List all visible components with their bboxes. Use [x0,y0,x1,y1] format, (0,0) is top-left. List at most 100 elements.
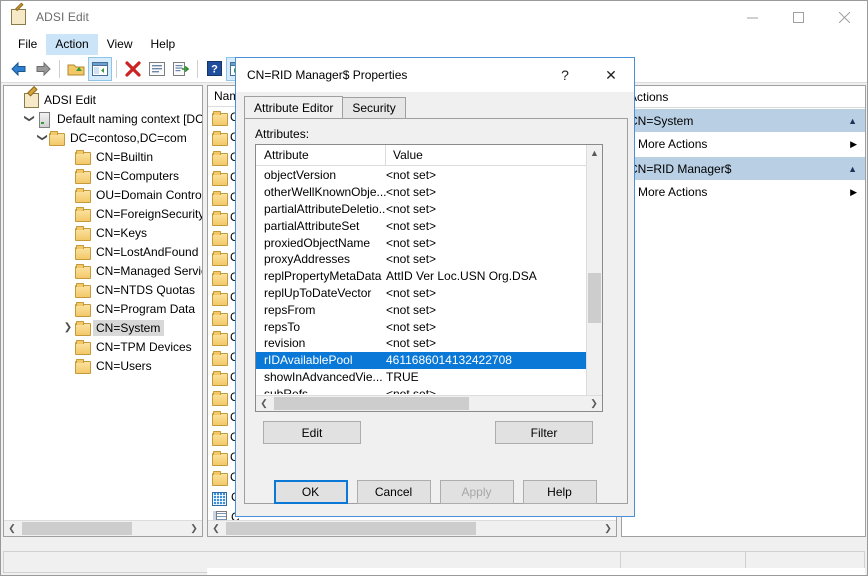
chevron-placeholder [61,170,75,181]
tree-node[interactable]: CN=Users [4,356,202,375]
attribute-row[interactable]: revision <not set> [256,335,586,352]
dialog-help-icon[interactable]: ? [542,58,588,92]
menu-view[interactable]: View [98,34,142,55]
attribute-value: <not set> [386,185,437,200]
tree-horizontal-scrollbar[interactable]: ❮ ❯ [4,520,202,536]
attributes-vscroll-track[interactable] [587,161,602,395]
folder-icon [75,207,91,222]
tree-node[interactable]: ADSI Edit [4,90,202,109]
tree-node[interactable]: CN=Computers [4,166,202,185]
tree-node[interactable]: CN=Builtin [4,147,202,166]
folder-icon [212,390,228,406]
help-button[interactable]: Help [522,480,597,504]
folder-icon [212,450,228,466]
actions-group-header[interactable]: CN=System ▲ [622,108,865,132]
attribute-row[interactable]: proxiedObjectName <not set> [256,234,586,251]
scroll-right-icon[interactable]: ❯ [586,396,602,411]
attribute-row[interactable]: replPropertyMetaData AttID Ver Loc.USN Or… [256,268,586,285]
tree-node-label: CN=Program Data [96,301,196,316]
app-icon [23,93,39,108]
chevron-down-icon[interactable]: ❯ [37,131,48,145]
tree-node[interactable]: ❯ Default naming context [DC [4,109,202,128]
chevron-right-icon[interactable]: ❯ [61,322,75,333]
menu-help[interactable]: Help [142,34,185,55]
column-attribute[interactable]: Attribute [256,145,386,166]
dialog-close-icon[interactable]: ✕ [588,58,634,92]
tab-security[interactable]: Security [342,97,406,118]
attribute-row[interactable]: objectVersion <not set> [256,167,586,184]
actions-item-more-actions[interactable]: More Actions ▶ [622,180,865,204]
scroll-left-icon[interactable]: ❮ [256,396,272,411]
show-hide-console-tree-icon[interactable] [88,56,112,81]
tree-node[interactable]: CN=Program Data [4,299,202,318]
actions-group-header[interactable]: CN=RID Manager$ ▲ [622,156,865,180]
list-hscroll-track[interactable] [224,521,600,536]
tree-hscroll-track[interactable] [20,521,186,536]
attribute-row[interactable]: rIDAvailablePool 4611686014132422708 [256,351,586,369]
menu-file[interactable]: File [9,34,46,55]
back-icon[interactable] [7,57,31,81]
column-value[interactable]: Value [386,148,423,162]
ok-button[interactable]: OK [273,480,348,504]
close-icon[interactable] [821,1,867,33]
chevron-placeholder [9,94,23,105]
tab-attribute-editor[interactable]: Attribute Editor [244,96,344,118]
actions-item-more-actions[interactable]: More Actions ▶ [622,132,865,156]
list-horizontal-scrollbar[interactable]: ❮ ❯ [208,520,616,536]
help-icon[interactable]: ? [202,57,226,81]
tree-node[interactable]: CN=ForeignSecurityP [4,204,202,223]
attribute-row[interactable]: showInAdvancedVie... TRUE [256,369,586,386]
cancel-button[interactable]: Cancel [356,480,431,504]
tree-node[interactable]: ❯ CN=System [4,318,202,337]
attributes-vertical-scrollbar[interactable]: ▲ ▼ [586,145,602,411]
attribute-row[interactable]: subRefs <not set> [256,385,586,394]
edit-button[interactable]: Edit [263,421,361,444]
scroll-up-icon[interactable]: ▲ [587,145,602,161]
scroll-right-icon[interactable]: ❯ [186,521,202,536]
maximize-icon[interactable] [775,1,821,33]
scroll-left-icon[interactable]: ❮ [4,521,20,536]
delete-icon[interactable] [121,57,145,81]
export-list-icon[interactable] [169,57,193,81]
tree-node[interactable]: ❯ DC=contoso,DC=com [4,128,202,147]
attributes-hscroll-thumb[interactable] [274,397,469,410]
attribute-name: repsTo [264,319,301,334]
scroll-left-icon[interactable]: ❮ [208,521,224,536]
collapse-caret-icon[interactable]: ▲ [848,164,857,174]
dialog-title-bar: CN=RID Manager$ Properties ? ✕ [236,58,634,92]
attribute-row[interactable]: repsFrom <not set> [256,301,586,318]
minimize-icon[interactable] [729,1,775,33]
list-hscroll-thumb[interactable] [226,522,476,535]
properties-icon[interactable] [145,57,169,81]
attribute-row[interactable]: partialAttributeSet <not set> [256,217,586,234]
attributes-hscroll-track[interactable] [272,396,586,411]
attribute-row[interactable]: repsTo <not set> [256,318,586,335]
attribute-row[interactable]: partialAttributeDeletio... <not set> [256,201,586,218]
tree-node[interactable]: CN=TPM Devices [4,337,202,356]
tree-node[interactable]: CN=Keys [4,223,202,242]
attributes-horizontal-scrollbar[interactable]: ❮ ❯ [256,395,602,411]
dialog-window-controls: ? ✕ [542,58,634,92]
folder-icon [212,130,228,146]
menu-action[interactable]: Action [46,33,98,55]
attributes-listview[interactable]: Attribute Value objectVersion <not set> ot… [255,144,603,412]
collapse-caret-icon[interactable]: ▲ [848,116,857,126]
tree-node[interactable]: CN=NTDS Quotas [4,280,202,299]
attribute-value: <not set> [386,218,437,233]
folder-icon [75,226,91,241]
attribute-row[interactable]: proxyAddresses <not set> [256,251,586,268]
up-one-level-icon[interactable] [64,57,88,81]
apply-button: Apply [439,480,514,504]
attribute-row[interactable]: otherWellKnownObje... <not set> [256,184,586,201]
attribute-row[interactable]: replUpToDateVector <not set> [256,285,586,302]
chevron-down-icon[interactable]: ❯ [24,112,35,126]
tree-node[interactable]: OU=Domain Control [4,185,202,204]
tree-hscroll-thumb[interactable] [22,522,132,535]
filter-button[interactable]: Filter [495,421,593,444]
tree-node[interactable]: CN=LostAndFound [4,242,202,261]
tree-node[interactable]: CN=Managed Service [4,261,202,280]
scroll-right-icon[interactable]: ❯ [600,521,616,536]
attributes-vscroll-thumb[interactable] [588,273,601,323]
toolbar-separator [116,59,117,78]
forward-icon[interactable] [31,57,55,81]
